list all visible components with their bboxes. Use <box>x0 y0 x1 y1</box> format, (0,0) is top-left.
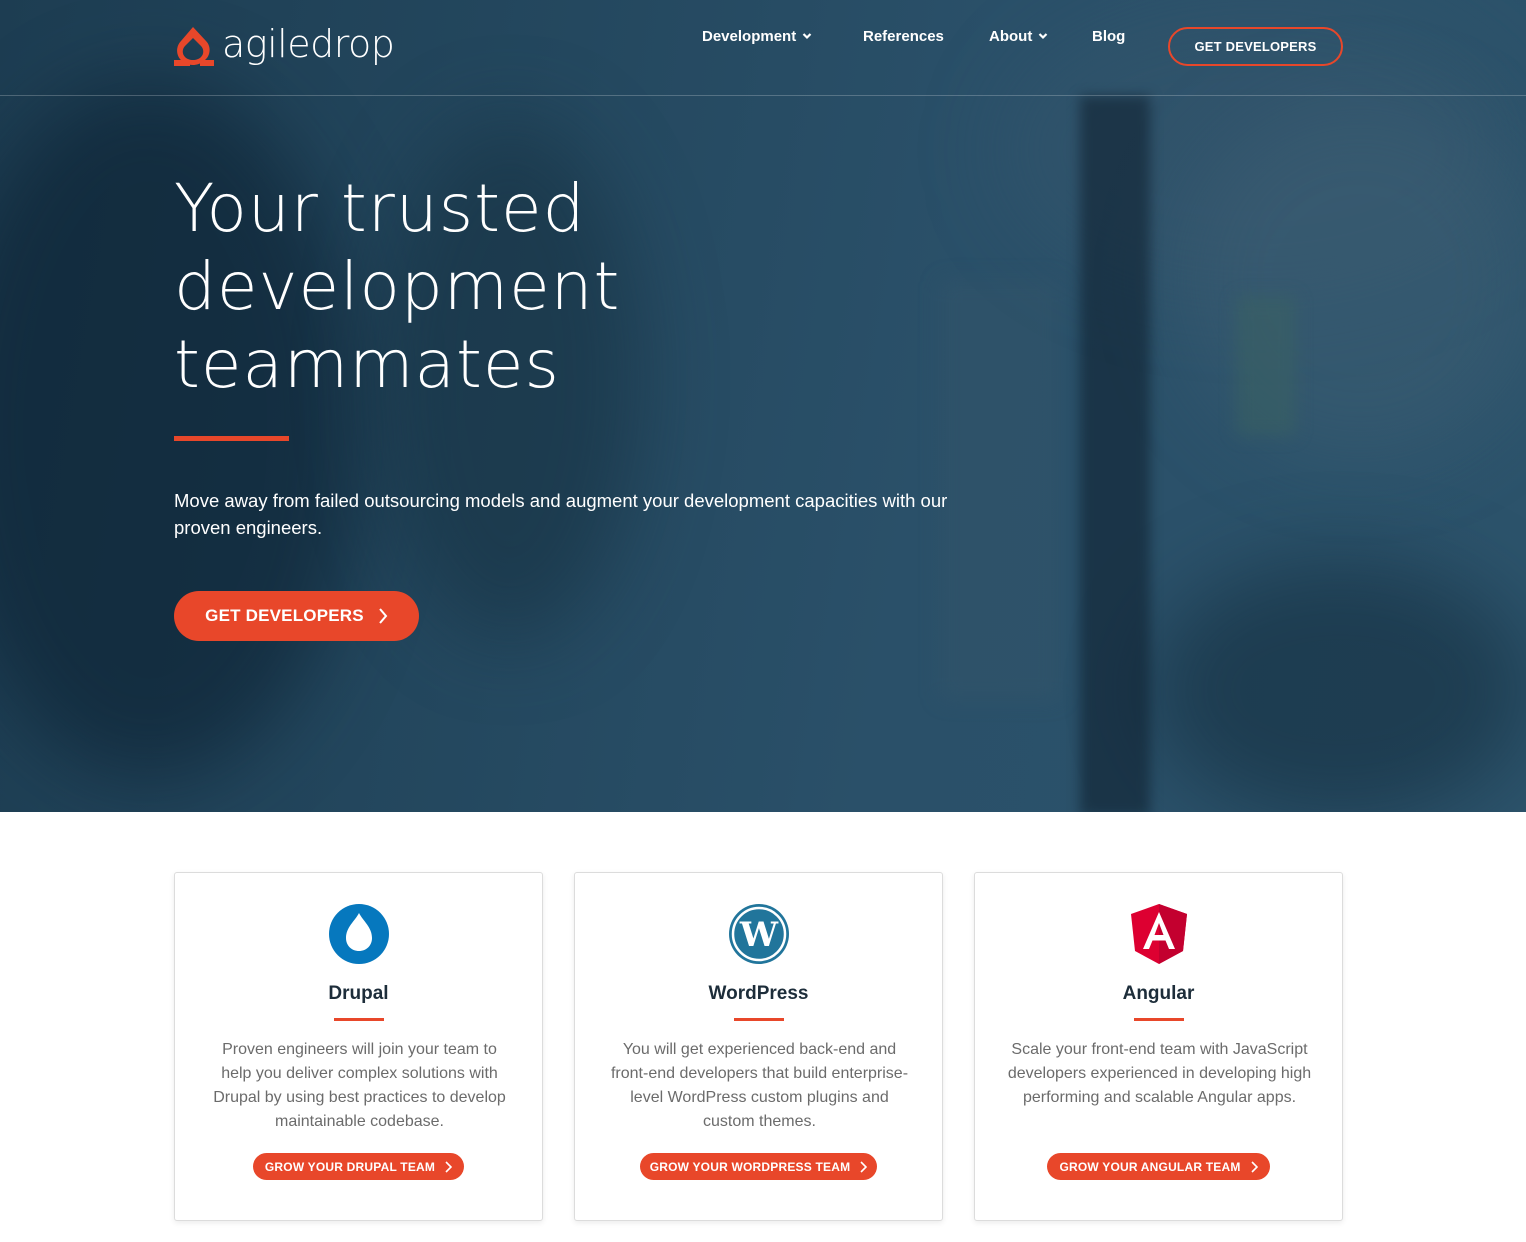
nav-item-label: Development <box>702 27 797 45</box>
service-card-title: Drupal <box>328 983 389 1004</box>
service-card-drupal: Drupal Proven engineers will join your t… <box>174 872 543 1221</box>
service-card-description: You will get experienced back-end and fr… <box>610 1041 909 1130</box>
service-card-description: Proven engineers will join your team to … <box>213 1041 506 1130</box>
service-card-rule <box>334 1018 384 1021</box>
hero-section: agiledrop Development References About B… <box>0 0 1526 812</box>
service-card-title: WordPress <box>708 983 809 1004</box>
drupal-icon <box>329 904 389 964</box>
service-card-rule <box>734 1018 784 1021</box>
svg-text:W: W <box>739 915 779 955</box>
site-logo[interactable]: agiledrop <box>174 22 395 70</box>
agiledrop-logo-icon <box>174 27 214 66</box>
grow-angular-team-button[interactable]: GROW YOUR ANGULAR TEAM <box>1047 1153 1270 1180</box>
hero-title: Your trusted development teammates <box>174 170 874 404</box>
hero-title-line: development <box>174 248 621 325</box>
hero-subtitle: Move away from failed outsourcing models… <box>174 490 948 538</box>
chevron-right-icon <box>445 1160 453 1173</box>
nav-item-about[interactable]: About <box>989 25 1048 47</box>
services-cards: Drupal Proven engineers will join your t… <box>174 872 1343 1221</box>
grow-drupal-team-button[interactable]: GROW YOUR DRUPAL TEAM <box>253 1153 464 1180</box>
service-card-wordpress: W WordPress You will get experienced bac… <box>574 872 943 1221</box>
grow-wordpress-team-button[interactable]: GROW YOUR WORDPRESS TEAM <box>640 1153 877 1180</box>
button-label: GROW YOUR DRUPAL TEAM <box>264 1159 436 1174</box>
hero-background-shape <box>1236 296 1296 436</box>
service-card-angular: Angular Scale your front-end team with J… <box>974 872 1343 1221</box>
nav-item-label: Blog <box>1092 27 1126 45</box>
chevron-right-icon <box>1250 1160 1258 1173</box>
button-label: GROW YOUR ANGULAR TEAM <box>1059 1159 1241 1174</box>
hero-background-shape <box>1150 560 1526 812</box>
hero-cta-label: GET DEVELOPERS <box>205 606 364 625</box>
chevron-down-icon <box>802 33 812 40</box>
nav-item-label: About <box>989 27 1033 45</box>
hero-background-shape <box>1180 100 1526 460</box>
service-card-description: Scale your front-end team with JavaScrip… <box>1007 1041 1312 1106</box>
nav-item-label: References <box>863 27 944 45</box>
hero-get-developers-button[interactable]: GET DEVELOPERS <box>174 591 419 641</box>
logo-wordmark: agiledrop <box>222 22 395 66</box>
service-card-rule <box>1134 1018 1184 1021</box>
chevron-right-icon <box>860 1160 868 1173</box>
chevron-right-icon <box>379 608 388 624</box>
nav-item-references[interactable]: References <box>863 25 944 47</box>
hero-accent-rule <box>174 436 289 441</box>
top-navbar: agiledrop Development References About B… <box>0 0 1526 96</box>
hero-title-line: Your trusted <box>174 170 586 247</box>
chevron-down-icon <box>1039 33 1048 40</box>
wordpress-icon: W <box>729 904 789 964</box>
angular-icon <box>1131 904 1187 964</box>
hero-title-line: teammates <box>174 326 560 403</box>
nav-item-blog[interactable]: Blog <box>1092 25 1125 47</box>
service-card-title: Angular <box>1122 983 1195 1004</box>
nav-get-developers-button[interactable]: GET DEVELOPERS <box>1168 27 1343 66</box>
hero-background-shape <box>1080 96 1150 812</box>
nav-item-development[interactable]: Development <box>702 25 812 47</box>
button-label: GROW YOUR WORDPRESS TEAM <box>649 1159 851 1174</box>
